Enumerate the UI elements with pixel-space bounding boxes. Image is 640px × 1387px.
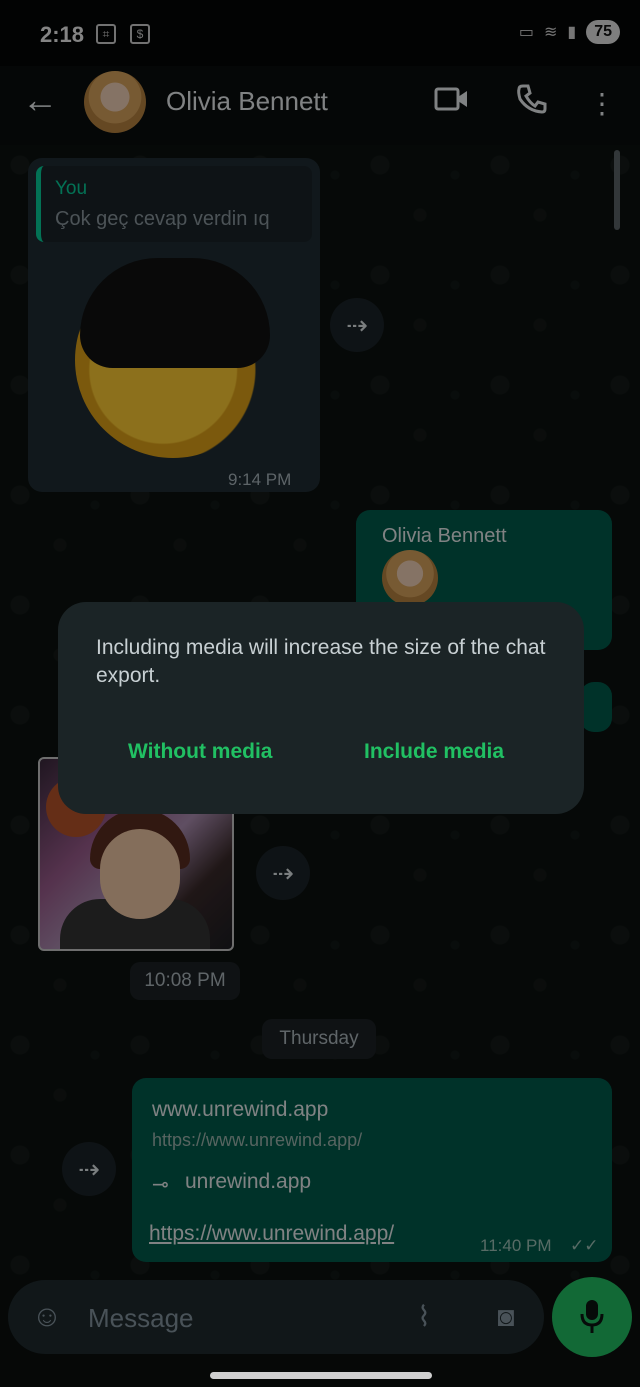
home-indicator[interactable] [210,1372,432,1379]
without-media-button[interactable]: Without media [128,740,272,764]
include-media-button[interactable]: Include media [364,740,504,764]
dialog-message: Including media will increase the size o… [96,636,546,687]
export-chat-dialog: Including media will increase the size o… [58,602,584,814]
